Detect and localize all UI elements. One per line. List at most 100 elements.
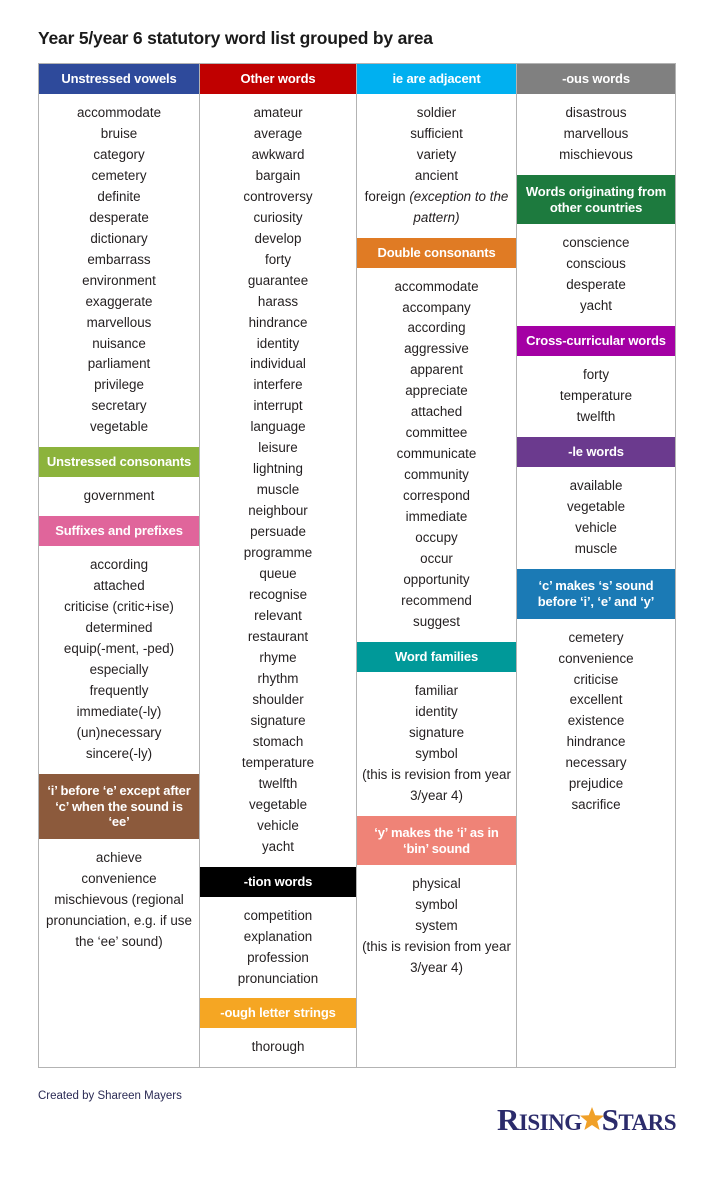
logo-text-stars: STARS — [601, 1102, 677, 1137]
word-item: nuisance — [92, 335, 146, 351]
word-item: twelfth — [576, 409, 616, 425]
word-item: thorough — [251, 1039, 305, 1055]
word-item: symbol — [415, 897, 458, 913]
word-item: prejudice — [568, 776, 624, 792]
word-item: suggest — [413, 614, 460, 630]
word-item: develop — [254, 230, 302, 246]
word-item: according — [89, 557, 149, 573]
word-item: privilege — [94, 377, 144, 393]
word-item: bruise — [100, 125, 138, 141]
word-item: queue — [259, 566, 297, 582]
section-header: -ous words — [517, 64, 675, 94]
word-item: conscious — [566, 256, 626, 272]
word-item: available — [569, 477, 623, 493]
word-item: neighbour — [248, 503, 308, 519]
word-item: identity — [256, 335, 300, 351]
word-item: familiar — [414, 682, 459, 698]
column-spacer — [357, 988, 516, 1067]
word-list-column: -ous words disastrous marvellous mischievou… — [517, 64, 675, 1067]
star-icon — [579, 1106, 605, 1132]
word-item: recognise — [248, 587, 308, 603]
word-item: (this is revision from year 3/year 4) — [362, 939, 511, 976]
section-word-list: accommodate bruise category cemetery definit… — [39, 94, 199, 448]
word-item: profession — [247, 949, 309, 965]
section-word-list: government — [39, 477, 199, 516]
word-item: occur — [420, 551, 453, 567]
word-item: stomach — [252, 733, 304, 749]
word-item: equip(-ment, -ped) — [63, 640, 175, 656]
word-item: attached — [93, 578, 145, 594]
word-item: hindrance — [566, 734, 626, 750]
word-item: convenience — [81, 871, 157, 887]
section-word-list: cemetery convenience criticise excellent exi… — [517, 619, 675, 826]
word-item: amateur — [253, 104, 303, 120]
section-word-list: forty temperature twelfth — [517, 356, 675, 437]
word-item: hindrance — [248, 314, 308, 330]
section-header: Unstressed vowels — [39, 64, 199, 94]
word-item: category — [93, 146, 145, 162]
column-spacer — [39, 962, 199, 1067]
section-header: -tion words — [200, 866, 356, 897]
word-item: persuade — [250, 524, 306, 540]
word-item: dictionary — [90, 230, 148, 246]
word-item: achieve — [95, 850, 143, 866]
word-item: government — [83, 488, 155, 504]
word-item: desperate — [89, 209, 149, 225]
word-item: marvellous — [563, 125, 629, 141]
word-item: apparent — [410, 362, 463, 378]
word-item: opportunity — [403, 572, 470, 588]
word-list-column: Other words amateur average awkward bargain c… — [200, 64, 357, 1068]
section-header: ie are adjacent — [357, 64, 516, 94]
section-header: ‘i’ before ‘e’ except after ‘c’ when the… — [39, 773, 199, 840]
word-item: vehicle — [257, 817, 299, 833]
word-item: muscle — [574, 540, 618, 556]
word-item: signature — [408, 724, 465, 740]
column-spacer — [517, 825, 675, 1067]
page-footer: Created by Shareen Mayers RISING STARS — [38, 1090, 676, 1160]
word-item: necessary — [565, 755, 627, 771]
word-item: harass — [257, 293, 299, 309]
word-item: disastrous — [565, 104, 627, 120]
word-item: bargain — [255, 167, 301, 183]
word-item: signature — [250, 712, 306, 728]
word-item: especially — [89, 661, 149, 677]
word-item: temperature — [241, 754, 315, 770]
word-item: ancient — [414, 167, 459, 183]
word-item: convenience — [558, 650, 634, 666]
word-item: twelfth — [258, 775, 298, 791]
word-item: mischievous (regional pronunciation, e.g… — [46, 892, 192, 950]
word-item: forty — [582, 367, 610, 383]
section-word-list: soldier sufficient variety ancient foreign (… — [357, 94, 516, 238]
word-item: restaurant — [247, 629, 309, 645]
word-item: immediate(-ly) — [76, 703, 162, 719]
word-item: community — [404, 467, 469, 483]
section-word-list: disastrous marvellous mischievous — [517, 94, 675, 175]
word-item: guarantee — [247, 272, 309, 288]
word-item: cemetery — [91, 167, 147, 183]
word-item: leisure — [258, 440, 298, 456]
word-item: (this is revision from year 3/year 4) — [362, 766, 511, 803]
word-item: immediate — [405, 509, 468, 525]
word-item: exaggerate — [85, 293, 153, 309]
section-word-list: physical symbol system (this is revision fr… — [357, 865, 516, 988]
word-item: determined — [85, 619, 153, 635]
word-item: explanation — [243, 928, 313, 944]
word-item: vehicle — [575, 519, 617, 535]
word-item: curiosity — [253, 209, 303, 225]
rising-stars-logo: RISING STARS — [497, 1104, 676, 1135]
word-list-column: Unstressed vowels accommodate bruise catego… — [39, 64, 200, 1068]
section-word-list: according attached criticise (critic+ise) d… — [39, 546, 199, 774]
word-item: accommodate — [394, 278, 479, 294]
section-word-list: familiar identity signature symbol (this is … — [357, 672, 516, 816]
word-item: average — [253, 125, 303, 141]
word-item: yacht — [261, 838, 294, 854]
section-word-list: conscience conscious desperate yacht — [517, 224, 675, 326]
word-item: lightning — [253, 461, 303, 477]
word-item: secretary — [91, 398, 147, 414]
logo-text-rising: RISING — [497, 1102, 582, 1137]
word-item: language — [250, 419, 306, 435]
section-header: Words originating from other countries — [517, 174, 675, 225]
word-item: attached — [410, 404, 463, 420]
word-item: system — [415, 918, 458, 934]
word-item: awkward — [251, 146, 305, 162]
